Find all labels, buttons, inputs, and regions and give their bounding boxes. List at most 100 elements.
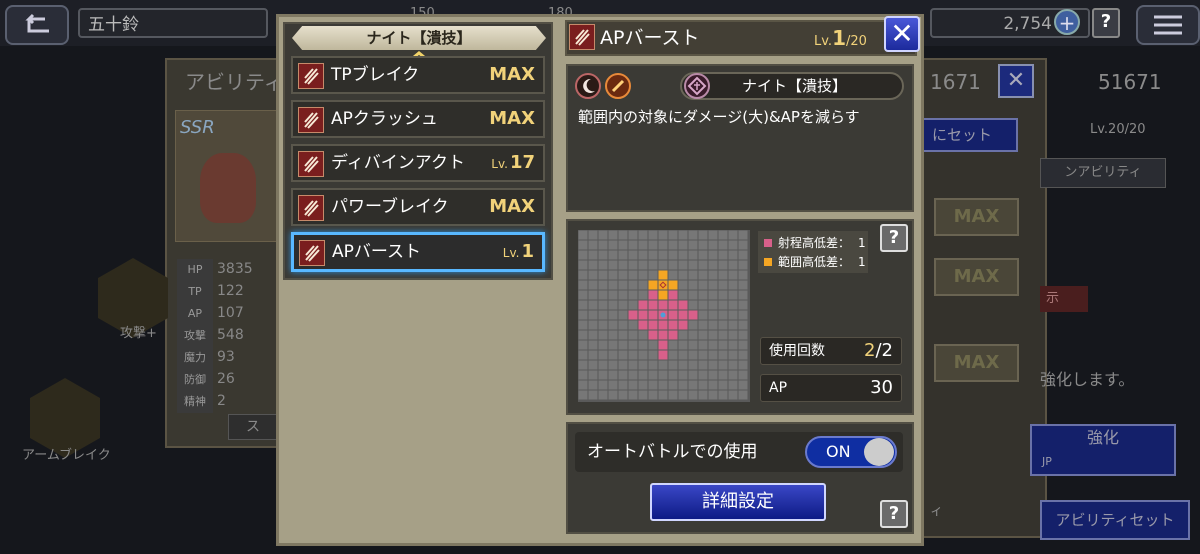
- auto-help-icon[interactable]: ?: [880, 500, 908, 528]
- grid-cell: [628, 330, 638, 340]
- grid-cell: [578, 330, 588, 340]
- list-item-ap-burst[interactable]: APバースト Lv. 1: [291, 232, 545, 272]
- grid-cell: [598, 250, 608, 260]
- grid-cell: [638, 340, 648, 350]
- grid-cell: [698, 290, 708, 300]
- grid-cell: [598, 320, 608, 330]
- grid-cell: [588, 360, 598, 370]
- grid-cell: [658, 350, 668, 360]
- grid-cell: [718, 260, 728, 270]
- grid-cell: [628, 250, 638, 260]
- menu-button[interactable]: [1136, 5, 1200, 45]
- auto-battle-label: オートバトルでの使用: [587, 442, 758, 462]
- grid-cell: [698, 260, 708, 270]
- help-icon[interactable]: ?: [1092, 8, 1120, 38]
- grid-cell: [588, 280, 598, 290]
- grid-cell: [738, 350, 748, 360]
- grid-cell: [608, 290, 618, 300]
- grid-cell: [738, 320, 748, 330]
- grid-cell: [728, 280, 738, 290]
- grid-cell: [688, 340, 698, 350]
- grid-cell: [718, 380, 728, 390]
- moon-slash-icon: [575, 73, 601, 99]
- grid-cell: [578, 240, 588, 250]
- grid-cell: [588, 340, 598, 350]
- add-gems-button[interactable]: +: [1054, 9, 1080, 35]
- grid-cell: [608, 260, 618, 270]
- grid-cell: [718, 300, 728, 310]
- grid-cell: [648, 320, 658, 330]
- bg-bottom-text: ィ: [930, 504, 944, 519]
- bg-max-1: MAX: [934, 198, 1019, 236]
- range-help-icon[interactable]: ?: [880, 224, 908, 252]
- toggle-knob[interactable]: [864, 438, 894, 466]
- grid-cell: [668, 330, 678, 340]
- item-level: MAX: [489, 196, 535, 217]
- grid-cell: [678, 290, 688, 300]
- grid-cell: [718, 340, 728, 350]
- grid-cell: [738, 230, 748, 240]
- grid-cell: [658, 320, 668, 330]
- grid-cell: [608, 340, 618, 350]
- grid-cell: [728, 350, 738, 360]
- grid-cell: [618, 300, 628, 310]
- grid-cell: [668, 380, 678, 390]
- grid-cell: [598, 240, 608, 250]
- claw-icon: [298, 151, 324, 177]
- list-item-ap-crash[interactable]: APクラッシュ MAX: [291, 100, 545, 138]
- grid-cell: [688, 270, 698, 280]
- back-button[interactable]: [5, 5, 69, 45]
- item-level: MAX: [489, 108, 535, 129]
- grid-cell: [678, 310, 688, 320]
- grid-cell: [678, 240, 688, 250]
- close-button[interactable]: ✕: [884, 16, 920, 52]
- grid-cell: [638, 390, 648, 400]
- grid-cell: [678, 340, 688, 350]
- grid-cell: [728, 370, 738, 380]
- grid-cell: [608, 320, 618, 330]
- grid-cell: [688, 360, 698, 370]
- grid-cell: [688, 300, 698, 310]
- list-item-divine-act[interactable]: ディバインアクト Lv. 17: [291, 144, 545, 182]
- grid-cell: [678, 270, 688, 280]
- grid-cell: [588, 350, 598, 360]
- ap-cost: AP 30: [760, 374, 902, 402]
- grid-cell: [608, 360, 618, 370]
- list-item-tp-break[interactable]: TPブレイク MAX: [291, 56, 545, 94]
- grid-cell: [588, 250, 598, 260]
- grid-cell: [658, 380, 668, 390]
- grid-cell: [738, 380, 748, 390]
- grid-cell: [578, 320, 588, 330]
- grid-cell: [678, 370, 688, 380]
- grid-cell: [588, 230, 598, 240]
- list-item-power-break[interactable]: パワーブレイク MAX: [291, 188, 545, 226]
- grid-cell: [618, 390, 628, 400]
- grid-cell: [728, 380, 738, 390]
- grid-cell: [678, 300, 688, 310]
- grid-cell: [658, 330, 668, 340]
- grid-cell: [698, 360, 708, 370]
- knight-crest-icon: [684, 73, 710, 99]
- grid-cell: [658, 260, 668, 270]
- grid-cell: [668, 300, 678, 310]
- detail-settings-button[interactable]: 詳細設定: [650, 483, 826, 521]
- grid-cell: [688, 280, 698, 290]
- grid-cell: [718, 270, 728, 280]
- grid-cell: [588, 320, 598, 330]
- grid-cell: [588, 240, 598, 250]
- grid-cell: [718, 370, 728, 380]
- grid-cell: [648, 350, 658, 360]
- grid-cell: [698, 370, 708, 380]
- grid-cell: [738, 260, 748, 270]
- bg-ability-set-button: アビリティセット: [1040, 500, 1190, 540]
- back-arrow-icon: [25, 13, 49, 33]
- height-legend: 射程高低差： 1 範囲高低差： 1: [758, 231, 868, 273]
- grid-cell: [598, 270, 608, 280]
- grid-cell: [648, 270, 658, 280]
- grid-cell: [718, 320, 728, 330]
- grid-cell: [618, 310, 628, 320]
- grid-cell: [638, 280, 648, 290]
- grid-cell: [668, 360, 678, 370]
- grid-cell: [638, 250, 648, 260]
- grid-cell: [578, 260, 588, 270]
